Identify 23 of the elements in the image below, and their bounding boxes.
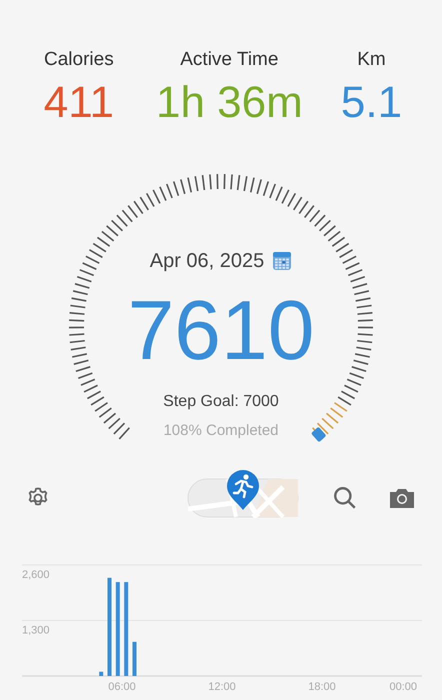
- progress-marker: [310, 426, 326, 442]
- runner-pin-icon: [225, 468, 261, 512]
- stat-value: 5.1: [340, 76, 402, 128]
- chart-bar: [132, 641, 136, 676]
- axis-label: 18:00: [308, 680, 336, 692]
- search-icon[interactable]: [332, 484, 358, 510]
- stat-label: Km: [357, 48, 386, 72]
- stat-label: Active Time: [180, 48, 278, 72]
- axis-label: 2,600: [22, 568, 50, 580]
- axis-label: 00:00: [389, 680, 417, 692]
- stat-value: 1h 36m: [156, 76, 303, 128]
- axis-label: 1,300: [22, 624, 50, 636]
- axis-label: 12:00: [208, 680, 236, 692]
- map-button[interactable]: [187, 468, 299, 518]
- date-label: Apr 06, 2025: [150, 248, 264, 274]
- calendar-icon[interactable]: [272, 250, 292, 270]
- completion-percent: 108% Completed: [163, 420, 279, 440]
- step-goal: Step Goal: 7000: [163, 392, 279, 412]
- axis-label: 06:00: [108, 680, 136, 692]
- chart-bar: [99, 671, 104, 676]
- stat-value: 411: [44, 76, 114, 128]
- stat-label: Calories: [44, 48, 114, 72]
- step-count: 7610: [128, 288, 314, 372]
